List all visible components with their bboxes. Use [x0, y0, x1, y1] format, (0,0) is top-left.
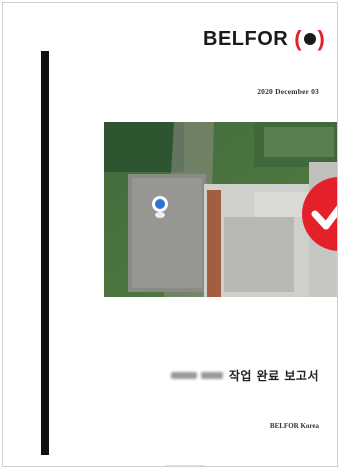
- report-cover-page: BELFOR ( ) 2020 December 03 작업 완료 보고서 BE…: [2, 2, 338, 467]
- bottom-divider: [165, 465, 205, 466]
- black-spine-bar: [41, 51, 49, 455]
- report-title-line: 작업 완료 보고서: [170, 367, 319, 384]
- report-date: 2020 December 03: [257, 87, 319, 96]
- redacted-site-name: [170, 372, 223, 379]
- logo-dot-mark-icon: ( ): [294, 26, 325, 51]
- logo-wordmark: BELFOR: [203, 27, 289, 50]
- aerial-photo-graphic: [104, 122, 337, 297]
- footer-brand-text: BELFOR Korea: [269, 422, 319, 430]
- report-title: 작업 완료 보고서: [228, 369, 319, 383]
- belfor-logo: BELFOR ( ): [203, 25, 325, 53]
- aerial-site-photo: [104, 122, 337, 297]
